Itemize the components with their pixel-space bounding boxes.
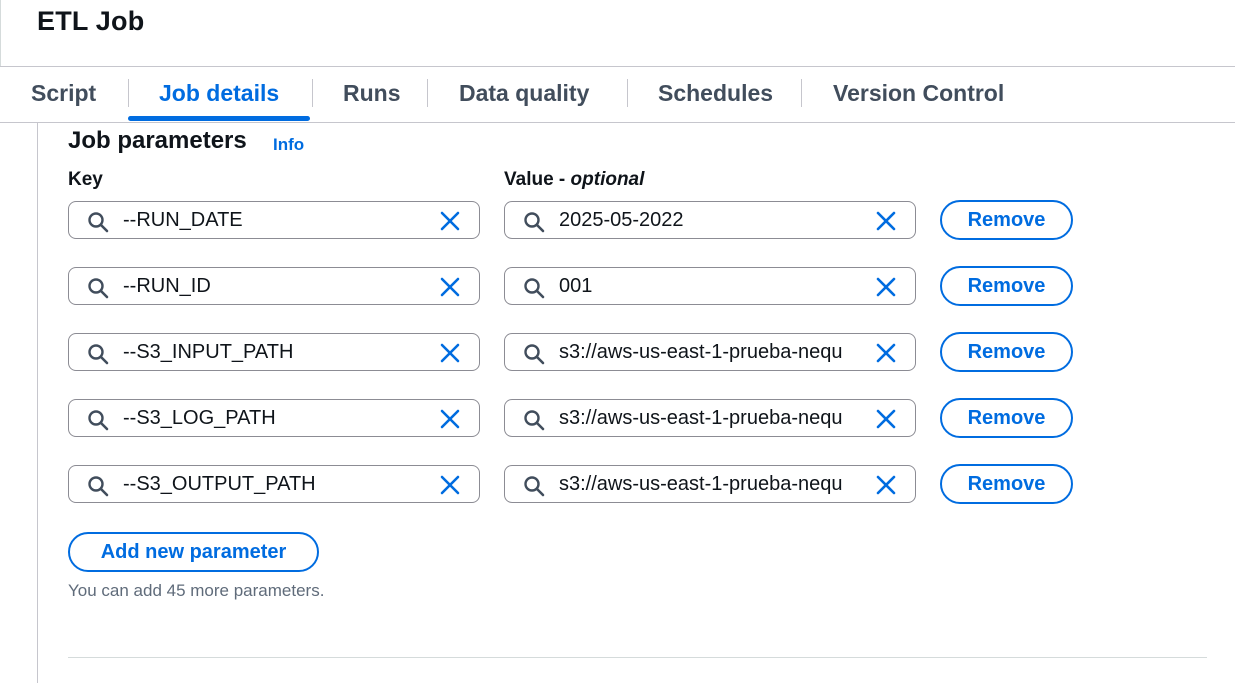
value-input[interactable]: s3://aws-us-east-1-prueba-nequ: [504, 399, 916, 437]
search-icon: [523, 409, 545, 431]
close-icon[interactable]: [439, 474, 461, 496]
section-divider: [68, 657, 1207, 658]
value-input[interactable]: s3://aws-us-east-1-prueba-nequ: [504, 465, 916, 503]
close-icon[interactable]: [875, 210, 897, 232]
value-input[interactable]: 2025-05-2022: [504, 201, 916, 239]
close-icon[interactable]: [439, 408, 461, 430]
key-input[interactable]: --RUN_DATE: [68, 201, 480, 239]
close-icon[interactable]: [875, 276, 897, 298]
parameters-hint: You can add 45 more parameters.: [68, 581, 325, 600]
tabs-top-border: [0, 66, 1235, 67]
page-title: ETL Job: [37, 6, 145, 36]
param-value: s3://aws-us-east-1-prueba-nequ: [559, 341, 843, 363]
search-icon: [523, 343, 545, 365]
search-icon: [87, 211, 109, 233]
close-icon[interactable]: [439, 210, 461, 232]
tab-divider: [801, 79, 802, 107]
key-value: --S3_LOG_PATH: [123, 407, 276, 429]
remove-button[interactable]: Remove: [940, 398, 1073, 438]
section-rail: [37, 123, 38, 683]
key-column-label: Key: [68, 169, 103, 190]
search-icon: [523, 211, 545, 233]
tab-divider: [627, 79, 628, 107]
tab-runs[interactable]: Runs: [343, 76, 401, 112]
search-icon: [87, 475, 109, 497]
add-parameter-button[interactable]: Add new parameter: [68, 532, 319, 572]
close-icon[interactable]: [875, 342, 897, 364]
search-icon: [87, 277, 109, 299]
close-icon[interactable]: [875, 474, 897, 496]
param-value: 001: [559, 275, 593, 297]
close-icon[interactable]: [439, 342, 461, 364]
param-value: s3://aws-us-east-1-prueba-nequ: [559, 473, 843, 495]
search-icon: [523, 475, 545, 497]
remove-button[interactable]: Remove: [940, 266, 1073, 306]
close-icon[interactable]: [439, 276, 461, 298]
active-tab-indicator: [128, 116, 310, 121]
tab-divider: [128, 79, 129, 107]
remove-button[interactable]: Remove: [940, 464, 1073, 504]
tab-script[interactable]: Script: [31, 76, 96, 112]
value-column-label: Value - optional: [504, 169, 644, 191]
search-icon: [523, 277, 545, 299]
tab-version-control[interactable]: Version Control: [833, 76, 1004, 112]
tabs-bottom-border: [0, 122, 1235, 123]
key-input[interactable]: --S3_LOG_PATH: [68, 399, 480, 437]
tab-divider: [312, 79, 313, 107]
tab-divider: [427, 79, 428, 107]
tab-data-quality[interactable]: Data quality: [459, 76, 589, 112]
key-value: --S3_INPUT_PATH: [123, 341, 294, 363]
key-input[interactable]: --S3_INPUT_PATH: [68, 333, 480, 371]
key-value: --S3_OUTPUT_PATH: [123, 473, 316, 495]
param-value: s3://aws-us-east-1-prueba-nequ: [559, 407, 843, 429]
value-label-optional: optional: [570, 169, 645, 190]
remove-button[interactable]: Remove: [940, 332, 1073, 372]
value-label-text: Value -: [504, 169, 566, 190]
tab-job-details[interactable]: Job details: [159, 76, 279, 112]
tab-schedules[interactable]: Schedules: [658, 76, 773, 112]
key-value: --RUN_DATE: [123, 209, 243, 231]
key-value: --RUN_ID: [123, 275, 211, 297]
value-input[interactable]: s3://aws-us-east-1-prueba-nequ: [504, 333, 916, 371]
key-input[interactable]: --S3_OUTPUT_PATH: [68, 465, 480, 503]
remove-button[interactable]: Remove: [940, 200, 1073, 240]
value-input[interactable]: 001: [504, 267, 916, 305]
param-value: 2025-05-2022: [559, 209, 684, 231]
info-link[interactable]: Info: [273, 135, 304, 155]
section-title: Job parameters: [68, 127, 247, 154]
search-icon: [87, 343, 109, 365]
close-icon[interactable]: [875, 408, 897, 430]
key-input[interactable]: --RUN_ID: [68, 267, 480, 305]
window-edge: [0, 0, 1, 66]
search-icon: [87, 409, 109, 431]
